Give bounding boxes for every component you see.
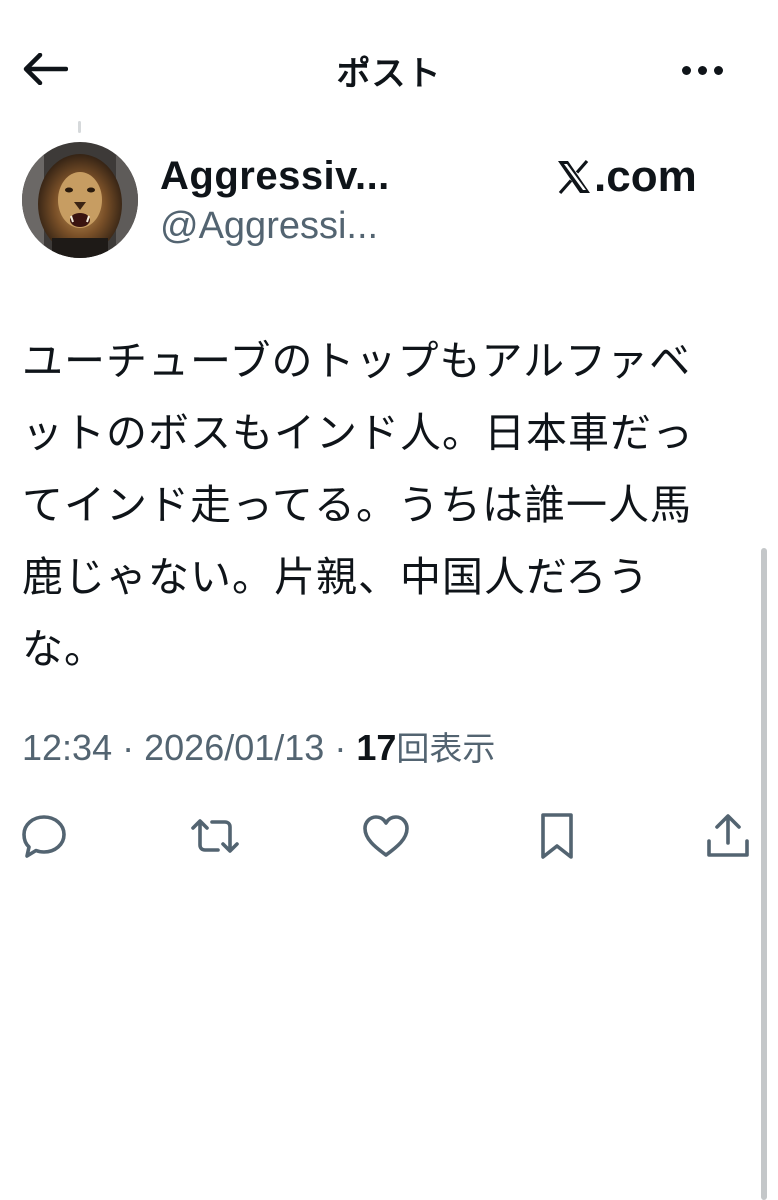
- meta-separator: ·: [334, 727, 347, 768]
- like-icon: [363, 815, 409, 857]
- brand-watermark: .com: [556, 152, 697, 202]
- post-text: ユーチューブのトップもアルファベ ットのボスもインド人。日本車だっ てインド走っ…: [22, 325, 727, 685]
- views-label: 回表示: [396, 729, 496, 768]
- thread-line: [78, 121, 81, 133]
- author-handle[interactable]: @Aggressi...: [160, 205, 378, 248]
- post-date[interactable]: 2026/01/13: [144, 727, 324, 768]
- more-dot: [698, 65, 707, 75]
- bookmark-button[interactable]: [531, 810, 583, 862]
- reply-icon: [22, 815, 66, 858]
- scrollbar[interactable]: [761, 548, 767, 1200]
- repost-icon: [191, 819, 239, 853]
- more-dot: [714, 65, 723, 75]
- more-horizontal-icon: [682, 65, 691, 75]
- post-meta: 12:34 · 2026/01/13 · 17回表示: [22, 722, 495, 770]
- meta-separator: ·: [122, 727, 135, 768]
- author-name[interactable]: Aggressiv...: [160, 154, 390, 199]
- post-text-line: な。: [22, 625, 106, 673]
- brand-text: .com: [594, 152, 697, 201]
- top-bar: ポスト: [0, 0, 778, 130]
- lion-avatar-image: [22, 142, 138, 258]
- page-title: ポスト: [336, 54, 442, 94]
- more-options-button[interactable]: [682, 50, 738, 90]
- share-icon: [707, 814, 749, 857]
- post-text-line: ユーチューブのトップもアルファベ: [22, 337, 692, 385]
- like-button[interactable]: [360, 810, 412, 862]
- share-button[interactable]: [702, 810, 754, 862]
- bookmark-icon: [541, 813, 573, 859]
- post-time[interactable]: 12:34: [22, 727, 112, 768]
- x-logo-icon: [558, 159, 590, 195]
- post-text-line: 鹿じゃない。片親、中国人だろう: [22, 553, 650, 601]
- repost-button[interactable]: [189, 810, 241, 862]
- post-detail-screen: ポスト Aggressiv... @Aggressi... .com ユーチュー…: [0, 0, 778, 1200]
- post-text-line: ットのボスもインド人。日本車だっ: [22, 409, 694, 457]
- reply-button[interactable]: [18, 810, 70, 862]
- post-text-line: てインド走ってる。うちは誰一人馬: [22, 481, 692, 529]
- avatar[interactable]: [22, 142, 138, 258]
- views-count[interactable]: 17: [356, 727, 396, 768]
